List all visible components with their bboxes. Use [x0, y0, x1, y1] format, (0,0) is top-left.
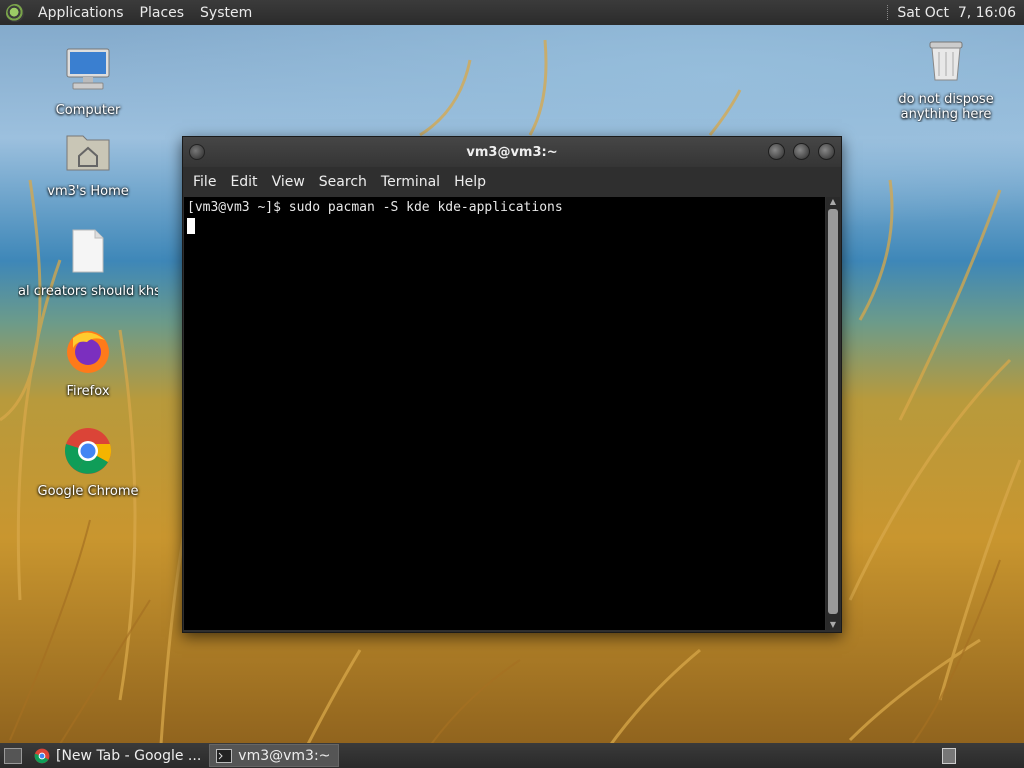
bottom-panel: [New Tab - Google ... vm3@vm3:~	[0, 743, 1024, 768]
trash-icon	[929, 41, 963, 81]
terminal-window[interactable]: vm3@vm3:~ File Edit View Search Terminal…	[182, 136, 842, 633]
maximize-button[interactable]	[793, 143, 810, 160]
desktop-icon-home[interactable]: vm3's Home	[18, 126, 158, 199]
desktop-icon-label: vm3's Home	[47, 184, 129, 199]
desktop-icon-label-line2: anything here	[900, 107, 992, 122]
menu-search[interactable]: Search	[313, 174, 375, 190]
window-menu-icon[interactable]	[189, 144, 205, 160]
desktop-icon-label: Google Chrome	[37, 484, 139, 499]
show-desktop-icon[interactable]	[4, 747, 22, 764]
window-titlebar[interactable]: vm3@vm3:~	[183, 137, 841, 167]
desktop-icon-computer[interactable]: Computer	[18, 45, 158, 118]
desktop-icon-trash[interactable]: do not dispose anything here	[876, 36, 1016, 122]
taskbar-item-terminal[interactable]: vm3@vm3:~	[209, 744, 340, 767]
taskbar-item-chrome[interactable]: [New Tab - Google ...	[28, 744, 209, 767]
scrollbar-thumb[interactable]	[828, 209, 838, 614]
distro-logo-icon[interactable]	[6, 3, 24, 22]
menu-terminal[interactable]: Terminal	[375, 174, 448, 190]
desktop-icon-firefox[interactable]: Firefox	[18, 326, 158, 399]
chrome-icon	[64, 428, 111, 474]
taskbar-item-label: vm3@vm3:~	[238, 747, 331, 764]
menu-edit[interactable]: Edit	[224, 174, 265, 190]
menu-file[interactable]: File	[187, 174, 224, 190]
text-cursor	[187, 218, 195, 234]
menu-applications[interactable]: Applications	[30, 5, 132, 21]
scroll-down-icon[interactable]: ▼	[826, 620, 840, 630]
prompt-line: [vm3@vm3 ~]$ sudo pacman -S kde kde-appl…	[187, 200, 563, 215]
close-button[interactable]	[818, 143, 835, 160]
document-icon	[72, 229, 104, 273]
terminal-scrollbar[interactable]: ▲ ▼	[826, 197, 840, 630]
home-folder-icon	[66, 135, 110, 171]
window-title: vm3@vm3:~	[466, 144, 558, 160]
menu-places[interactable]: Places	[132, 5, 193, 21]
minimize-button[interactable]	[768, 143, 785, 160]
window-controls	[768, 143, 835, 160]
terminal-output[interactable]: [vm3@vm3 ~]$ sudo pacman -S kde kde-appl…	[184, 197, 825, 630]
desktop-icon-label-line1: do not dispose	[898, 92, 994, 107]
desktop-icon-chrome[interactable]: Google Chrome	[18, 426, 158, 499]
desktop-icon-document[interactable]: al creators should khs	[18, 226, 158, 299]
clock[interactable]: Sat Oct 7, 16:06	[897, 5, 1016, 21]
chrome-icon	[34, 748, 50, 763]
firefox-icon	[67, 331, 109, 373]
menu-view[interactable]: View	[266, 174, 313, 190]
trash-applet-icon[interactable]	[942, 747, 956, 764]
terminal-icon	[216, 748, 233, 763]
menu-system[interactable]: System	[192, 5, 260, 21]
clock-area: Sat Oct 7, 16:06	[887, 5, 1024, 21]
panel-separator	[887, 5, 891, 20]
desktop-icon-label: al creators should khs	[18, 284, 158, 299]
taskbar-item-label: [New Tab - Google ...	[56, 747, 202, 764]
menu-help[interactable]: Help	[448, 174, 494, 190]
top-panel: Applications Places System Sat Oct 7, 16…	[0, 0, 1024, 25]
terminal-menubar: File Edit View Search Terminal Help	[183, 167, 841, 197]
scroll-up-icon[interactable]: ▲	[826, 197, 840, 207]
desktop-icon-label: Firefox	[66, 384, 110, 399]
computer-icon	[66, 48, 110, 90]
desktop-icon-label: Computer	[55, 103, 121, 118]
